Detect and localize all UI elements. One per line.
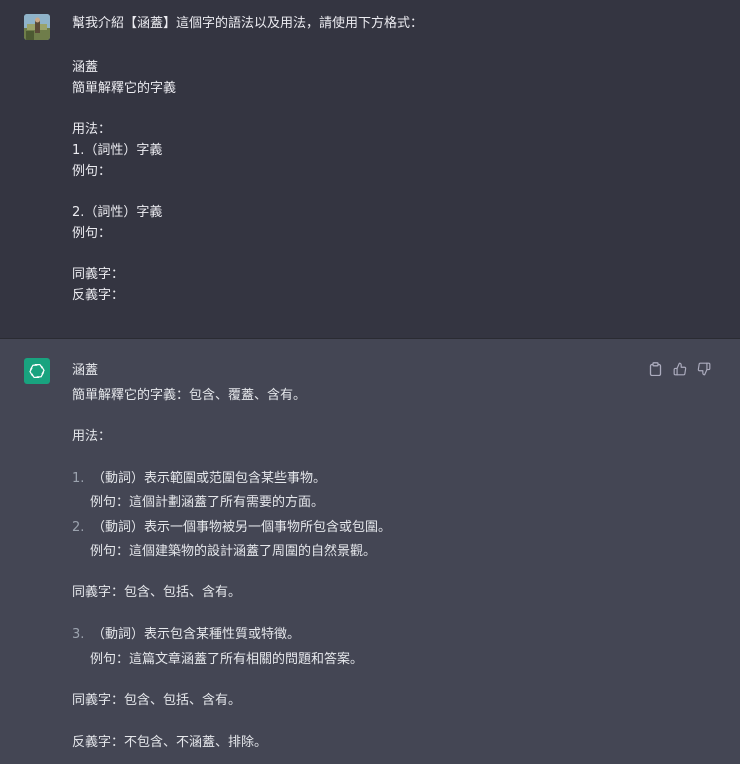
user-line: 幫我介紹【涵蓋】這個字的語法以及用法，請使用下方格式： (72, 16, 424, 31)
item-text: （動詞）表示一個事物被另一個事物所包含或包圍。 (92, 520, 392, 535)
item-number: 1. (72, 471, 85, 486)
openai-logo-icon (24, 358, 50, 384)
antonyms-line: 反義字：不包含、不涵蓋、排除。 (72, 735, 268, 750)
thumbs-down-icon[interactable] (696, 361, 711, 376)
assistant-message: 涵蓋 簡單解釋它的字義：包含、覆蓋、含有。 用法： 1. （動詞）表示範圍或范圍包… (0, 339, 740, 764)
usage-item-3: 3. （動詞）表示包含某種性質或特徵。 (72, 626, 300, 644)
user-line: 例句： (72, 226, 112, 241)
synonyms-line: 同義字：包含、包括、含有。 (72, 693, 242, 708)
answer-definition: 簡單解釋它的字義：包含、覆蓋、含有。 (72, 388, 307, 403)
usage-example-1: 例句：這個計劃涵蓋了所有需要的方面。 (90, 495, 325, 510)
usage-example-2: 例句：這個建築物的設計涵蓋了周圍的自然景觀。 (90, 544, 377, 559)
clipboard-icon[interactable] (648, 361, 663, 376)
user-line: 例句： (72, 164, 112, 179)
usage-heading: 用法： (72, 429, 112, 444)
user-line: 簡單解釋它的字義 (72, 81, 177, 96)
item-number: 3. (72, 627, 85, 642)
user-line: 同義字： (72, 267, 125, 282)
user-avatar (24, 14, 50, 40)
usage-example-3: 例句：這篇文章涵蓋了所有相關的問題和答案。 (90, 652, 364, 667)
item-number: 2. (72, 520, 85, 535)
usage-item-1: 1. （動詞）表示範圍或范圍包含某些事物。 (72, 470, 326, 488)
item-text: （動詞）表示包含某種性質或特徵。 (92, 627, 301, 642)
user-message: 幫我介紹【涵蓋】這個字的語法以及用法，請使用下方格式： 涵蓋 簡單解釋它的字義 … (0, 0, 740, 339)
user-line: 2.（詞性）字義 (72, 205, 163, 220)
item-text: （動詞）表示範圍或范圍包含某些事物。 (92, 471, 327, 486)
user-line: 涵蓋 (72, 60, 99, 75)
user-avatar-image (24, 14, 50, 40)
user-line: 1.（詞性）字義 (72, 143, 163, 158)
usage-item-2: 2. （動詞）表示一個事物被另一個事物所包含或包圍。 (72, 519, 391, 537)
answer-word: 涵蓋 (72, 363, 99, 378)
synonyms-line: 同義字：包含、包括、含有。 (72, 585, 242, 600)
thumbs-up-icon[interactable] (672, 361, 687, 376)
message-actions (648, 361, 711, 376)
user-line: 用法： (72, 122, 112, 137)
user-line: 反義字： (72, 288, 125, 303)
